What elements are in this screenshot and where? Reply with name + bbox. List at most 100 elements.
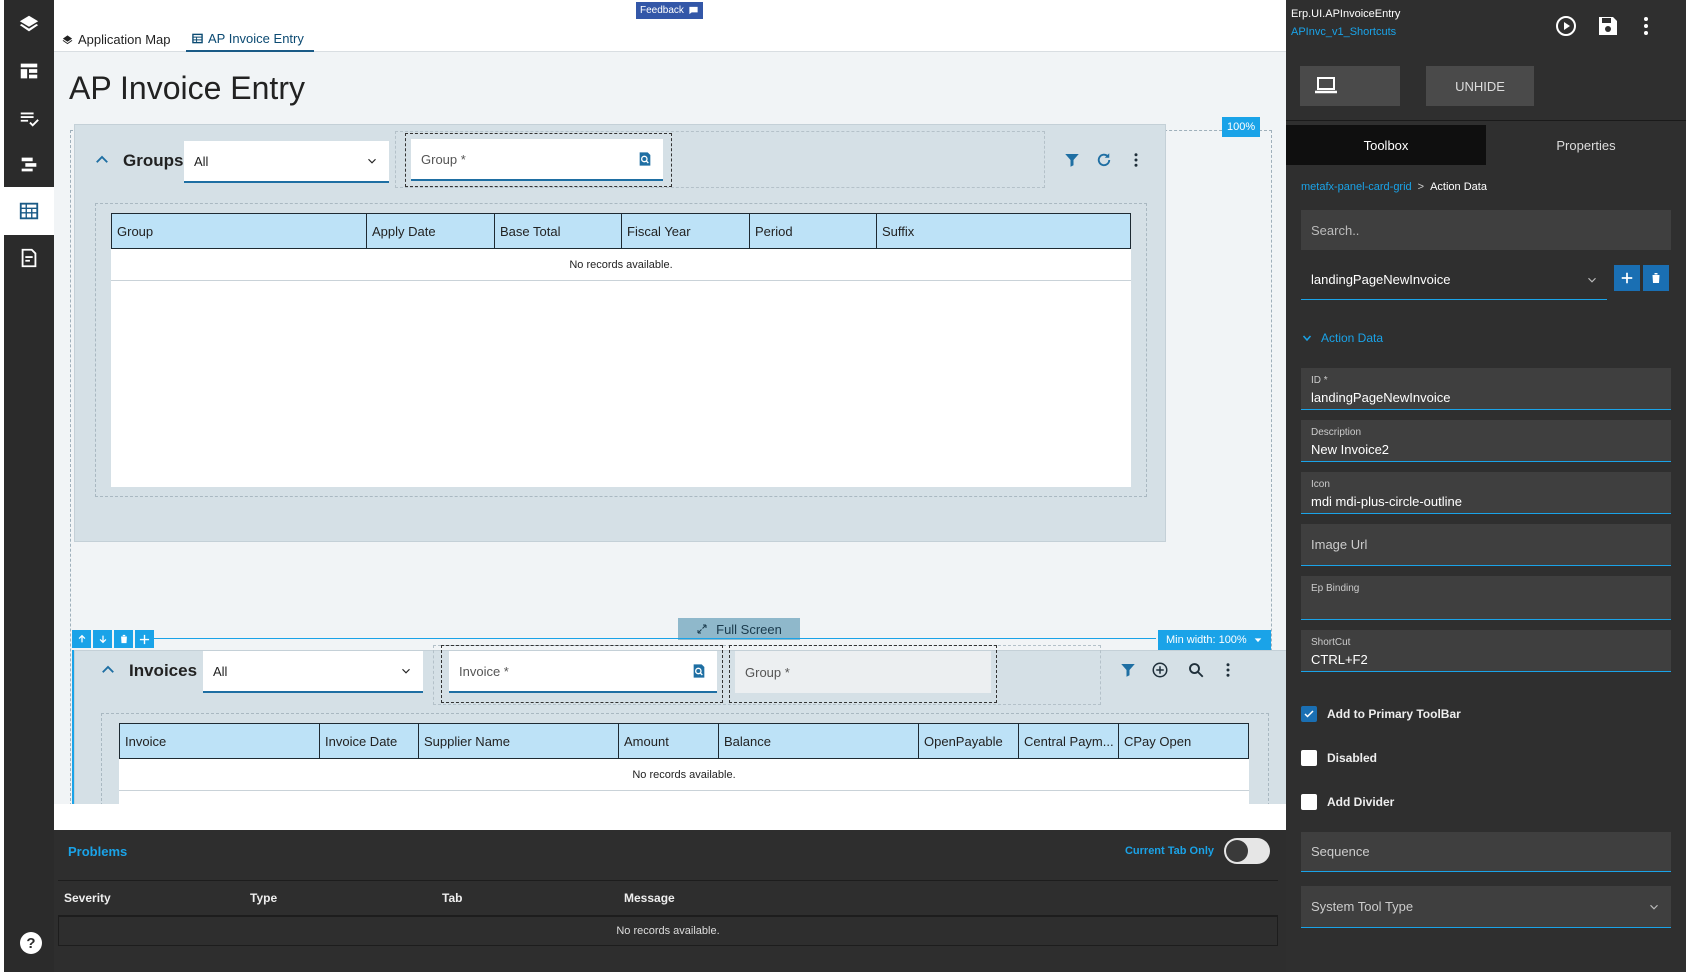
- filter-icon[interactable]: [1119, 661, 1137, 679]
- nav-sync-button[interactable]: [4, 140, 54, 188]
- groups-grid[interactable]: Group Apply Date Base Total Fiscal Year …: [111, 213, 1131, 487]
- invoice-search-field[interactable]: Invoice *: [449, 651, 717, 693]
- group-search-field[interactable]: Group *: [411, 139, 663, 181]
- chevron-up-icon[interactable]: [99, 661, 117, 679]
- column-header[interactable]: Balance: [719, 724, 919, 758]
- column-header[interactable]: Type: [250, 891, 277, 905]
- min-width-dropdown[interactable]: Min width: 100%: [1158, 630, 1271, 650]
- invoices-filter-select[interactable]: All: [203, 651, 423, 693]
- icon-field[interactable]: Icon mdi mdi-plus-circle-outline: [1301, 472, 1671, 514]
- dashboard-icon: [20, 63, 38, 79]
- tab-properties[interactable]: Properties: [1486, 125, 1686, 165]
- nav-edit-doc-button[interactable]: [4, 234, 54, 282]
- column-header[interactable]: Fiscal Year: [622, 214, 750, 248]
- shortcut-field[interactable]: ShortCut CTRL+F2: [1301, 630, 1671, 672]
- invoices-grid[interactable]: Invoice Invoice Date Supplier Name Amoun…: [119, 723, 1249, 811]
- grid-header: Group Apply Date Base Total Fiscal Year …: [111, 213, 1131, 249]
- field-value: New Invoice2: [1311, 442, 1390, 457]
- help-button[interactable]: ?: [20, 932, 42, 954]
- move-down-button[interactable]: [93, 630, 112, 648]
- id-field[interactable]: ID * landingPageNewInvoice: [1301, 368, 1671, 410]
- system-tool-type-select[interactable]: System Tool Type: [1301, 886, 1671, 928]
- zoom-badge: 100%: [1222, 117, 1261, 137]
- column-header[interactable]: Message: [624, 891, 675, 905]
- selection-line: [150, 638, 1156, 639]
- layers-icon: [62, 34, 73, 44]
- column-header[interactable]: Tab: [442, 891, 462, 905]
- column-header[interactable]: Invoice Date: [320, 724, 419, 758]
- feedback-button[interactable]: Feedback: [636, 2, 703, 19]
- column-header[interactable]: Apply Date: [367, 214, 495, 248]
- left-nav-rail: ?: [0, 0, 54, 972]
- search-doc-icon[interactable]: [637, 151, 653, 167]
- nav-table-button[interactable]: [4, 187, 54, 235]
- drag-button[interactable]: [135, 630, 154, 648]
- refresh-icon[interactable]: [1095, 151, 1113, 169]
- column-header[interactable]: Group: [112, 214, 367, 248]
- device-preview-button[interactable]: [1300, 66, 1400, 106]
- groups-panel[interactable]: Groups All Group * Group Apply Date Base…: [74, 124, 1166, 542]
- save-icon[interactable]: [1596, 14, 1620, 38]
- field-placeholder: System Tool Type: [1311, 899, 1414, 914]
- play-icon[interactable]: [1554, 14, 1578, 38]
- nav-checklist-button[interactable]: [4, 94, 54, 142]
- ep-binding-field[interactable]: Ep Binding: [1301, 576, 1671, 620]
- column-header[interactable]: Base Total: [495, 214, 622, 248]
- checkbox-unchecked[interactable]: [1301, 750, 1317, 766]
- search-doc-icon[interactable]: [691, 663, 707, 679]
- add-to-primary-toolbar-checkbox[interactable]: Add to Primary ToolBar: [1301, 706, 1461, 722]
- full-screen-button[interactable]: Full Screen: [678, 618, 800, 640]
- current-tab-only-toggle[interactable]: [1224, 838, 1270, 864]
- toolbox-search-input[interactable]: Search..: [1301, 210, 1671, 250]
- action-select[interactable]: landingPageNewInvoice: [1301, 260, 1607, 300]
- search-icon[interactable]: [1187, 661, 1205, 679]
- more-vertical-icon[interactable]: [1219, 661, 1237, 679]
- column-header[interactable]: Amount: [619, 724, 719, 758]
- column-header[interactable]: OpenPayable: [919, 724, 1019, 758]
- more-vertical-icon[interactable]: [1127, 151, 1145, 169]
- tab-application-map[interactable]: Application Map: [62, 26, 171, 52]
- problems-grid-header: Severity Type Tab Message: [58, 880, 1278, 916]
- chevron-up-icon[interactable]: [93, 151, 111, 169]
- more-vertical-icon[interactable]: [1634, 14, 1658, 38]
- add-divider-checkbox[interactable]: Add Divider: [1301, 794, 1394, 810]
- nav-layers-button[interactable]: [4, 0, 54, 48]
- column-header[interactable]: Suffix: [877, 214, 1130, 248]
- filter-icon[interactable]: [1063, 151, 1081, 169]
- unhide-button[interactable]: UNHIDE: [1426, 66, 1534, 106]
- sequence-field[interactable]: Sequence: [1301, 832, 1671, 872]
- feedback-label: Feedback: [640, 5, 684, 16]
- min-width-label: Min width: 100%: [1166, 634, 1247, 646]
- breadcrumb-link[interactable]: metafx-panel-card-grid: [1301, 181, 1412, 193]
- page-title: AP Invoice Entry: [69, 70, 305, 106]
- disabled-checkbox[interactable]: Disabled: [1301, 750, 1377, 766]
- invoices-panel[interactable]: Invoices All Invoice * Group * Invoice I…: [74, 645, 1296, 811]
- checkbox-label: Add to Primary ToolBar: [1327, 707, 1461, 721]
- section-title: Action Data: [1321, 331, 1384, 345]
- tab-label: Application Map: [78, 31, 171, 47]
- add-action-button[interactable]: [1614, 265, 1640, 291]
- groups-filter-select[interactable]: All: [184, 141, 389, 183]
- move-up-button[interactable]: [72, 630, 91, 648]
- nav-dashboard-button[interactable]: [4, 47, 54, 95]
- groups-panel-title: Groups: [123, 151, 184, 170]
- checkbox-checked[interactable]: [1301, 706, 1317, 722]
- checkbox-unchecked[interactable]: [1301, 794, 1317, 810]
- description-field[interactable]: Description New Invoice2: [1301, 420, 1671, 462]
- delete-button[interactable]: [114, 630, 133, 648]
- component-subtitle[interactable]: APInvc_v1_Shortcuts: [1291, 26, 1396, 38]
- tab-toolbox[interactable]: Toolbox: [1286, 125, 1486, 165]
- image-url-field[interactable]: Image Url: [1301, 524, 1671, 566]
- select-value: All: [213, 663, 228, 679]
- group-field[interactable]: Group *: [735, 651, 991, 693]
- column-header[interactable]: CPay Open: [1119, 724, 1248, 758]
- column-header[interactable]: Supplier Name: [419, 724, 619, 758]
- column-header[interactable]: Severity: [64, 891, 111, 905]
- delete-action-button[interactable]: [1643, 265, 1669, 291]
- column-header[interactable]: Invoice: [120, 724, 320, 758]
- column-header[interactable]: Central Paym...: [1019, 724, 1119, 758]
- tab-ap-invoice-entry[interactable]: AP Invoice Entry: [186, 26, 314, 52]
- column-header[interactable]: Period: [750, 214, 877, 248]
- action-data-section-header[interactable]: Action Data: [1301, 331, 1383, 345]
- add-circle-icon[interactable]: [1151, 661, 1169, 679]
